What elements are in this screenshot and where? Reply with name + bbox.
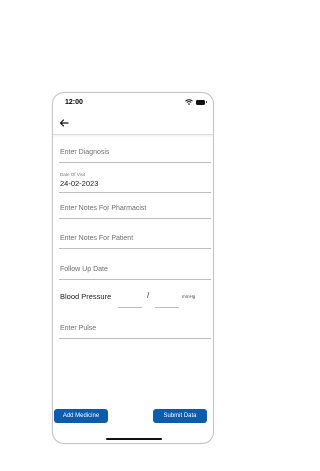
- diastolic-input[interactable]: [155, 298, 179, 308]
- notes-pharmacist-placeholder: Enter Notes For Pharmacist: [60, 205, 147, 212]
- submit-data-button[interactable]: Submit Data: [153, 409, 207, 423]
- blood-pressure-unit: mmHg: [182, 294, 196, 299]
- arrow-left-icon[interactable]: [58, 117, 70, 129]
- date-of-visit-field[interactable]: Date Of Visit 24-02-2023: [59, 171, 211, 193]
- follow-up-date-field[interactable]: Follow Up Date: [59, 255, 211, 280]
- notes-patient-placeholder: Enter Notes For Patient: [60, 235, 134, 242]
- diagnosis-field[interactable]: Enter Diagnosis: [59, 137, 211, 163]
- systolic-input[interactable]: [118, 298, 142, 308]
- status-time: 12:00: [65, 98, 83, 106]
- notes-pharmacist-field[interactable]: Enter Notes For Pharmacist: [59, 195, 211, 219]
- status-bar: 12:00: [53, 93, 213, 111]
- diagnosis-placeholder: Enter Diagnosis: [60, 149, 110, 156]
- phone-frame: 12:00 Enter Diagnosis Date Of Visit 24-0…: [52, 92, 214, 444]
- notes-patient-field[interactable]: Enter Notes For Patient: [59, 223, 211, 249]
- wifi-icon: [185, 99, 193, 105]
- date-of-visit-value: 24-02-2023: [60, 179, 99, 188]
- pulse-placeholder: Enter Pulse: [60, 325, 97, 332]
- date-of-visit-label: Date Of Visit: [60, 172, 86, 177]
- blood-pressure-label: Blood Pressure: [60, 292, 112, 301]
- navigation-bar: [53, 111, 213, 135]
- pulse-field[interactable]: Enter Pulse: [59, 313, 211, 339]
- add-medicine-button[interactable]: Add Medicine: [54, 409, 108, 423]
- battery-icon: [196, 99, 207, 105]
- status-icons: [185, 99, 207, 105]
- follow-up-date-placeholder: Follow Up Date: [60, 266, 108, 273]
- blood-pressure-separator: /: [147, 291, 150, 300]
- home-indicator: [106, 438, 162, 440]
